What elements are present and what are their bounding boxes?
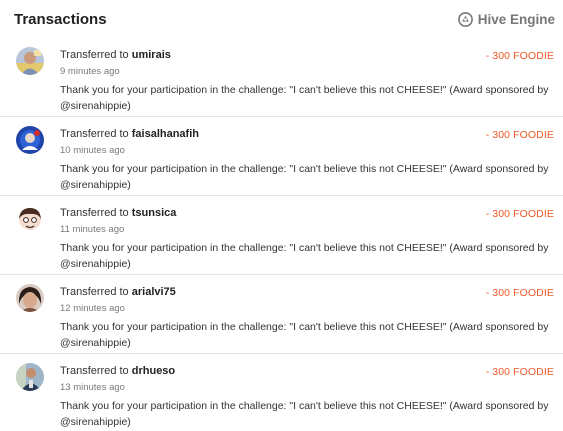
transfer-text: Transferred to faisalhanafih xyxy=(60,128,199,140)
memo: Thank you for your participation in the … xyxy=(60,321,549,349)
avatar[interactable] xyxy=(16,126,44,154)
transfer-text: Transferred to tsunsica xyxy=(60,207,176,219)
timestamp: 11 minutes ago xyxy=(60,224,125,235)
amount: - 300 FOODIE xyxy=(485,208,554,220)
transaction-list: Transferred to umirais 9 minutes ago - 3… xyxy=(0,38,563,431)
timestamp: 10 minutes ago xyxy=(60,145,125,156)
panel-title: Transactions xyxy=(14,11,107,28)
transactions-panel: Transactions Hive Engine Transferred to … xyxy=(0,0,563,431)
timestamp: 12 minutes ago xyxy=(60,303,125,314)
amount: - 300 FOODIE xyxy=(485,366,554,378)
transfer-prefix: Transferred to xyxy=(60,128,129,140)
transaction-row: Transferred to umirais 9 minutes ago - 3… xyxy=(0,38,563,117)
timestamp: 9 minutes ago xyxy=(60,66,120,77)
amount: - 300 FOODIE xyxy=(485,129,554,141)
hive-engine-label: Hive Engine xyxy=(477,12,555,27)
avatar[interactable] xyxy=(16,205,44,233)
recipient-link[interactable]: drhueso xyxy=(132,365,175,377)
recipient-link[interactable]: arialvi75 xyxy=(132,286,176,298)
transaction-row: Transferred to drhueso 13 minutes ago - … xyxy=(0,354,563,431)
panel-header: Transactions Hive Engine xyxy=(0,0,563,40)
transfer-prefix: Transferred to xyxy=(60,207,129,219)
transaction-row: Transferred to tsunsica 11 minutes ago -… xyxy=(0,196,563,275)
avatar[interactable] xyxy=(16,284,44,312)
transfer-prefix: Transferred to xyxy=(60,365,129,377)
memo: Thank you for your participation in the … xyxy=(60,84,549,112)
avatar[interactable] xyxy=(16,363,44,391)
recipient-link[interactable]: tsunsica xyxy=(132,207,177,219)
amount: - 300 FOODIE xyxy=(485,50,554,62)
timestamp: 13 minutes ago xyxy=(60,382,125,393)
avatar[interactable] xyxy=(16,47,44,75)
hive-engine-icon xyxy=(457,12,473,27)
transaction-row: Transferred to faisalhanafih 10 minutes … xyxy=(0,117,563,196)
memo: Thank you for your participation in the … xyxy=(60,163,549,191)
transfer-prefix: Transferred to xyxy=(60,286,129,298)
transfer-text: Transferred to arialvi75 xyxy=(60,286,176,298)
recipient-link[interactable]: faisalhanafih xyxy=(132,128,199,140)
transaction-row: Transferred to arialvi75 12 minutes ago … xyxy=(0,275,563,354)
transfer-prefix: Transferred to xyxy=(60,49,129,61)
recipient-link[interactable]: umirais xyxy=(132,49,171,61)
memo: Thank you for your participation in the … xyxy=(60,400,549,428)
amount: - 300 FOODIE xyxy=(485,287,554,299)
transfer-text: Transferred to umirais xyxy=(60,49,171,61)
transfer-text: Transferred to drhueso xyxy=(60,365,175,377)
memo: Thank you for your participation in the … xyxy=(60,242,549,270)
hive-engine-link[interactable]: Hive Engine xyxy=(457,12,555,27)
